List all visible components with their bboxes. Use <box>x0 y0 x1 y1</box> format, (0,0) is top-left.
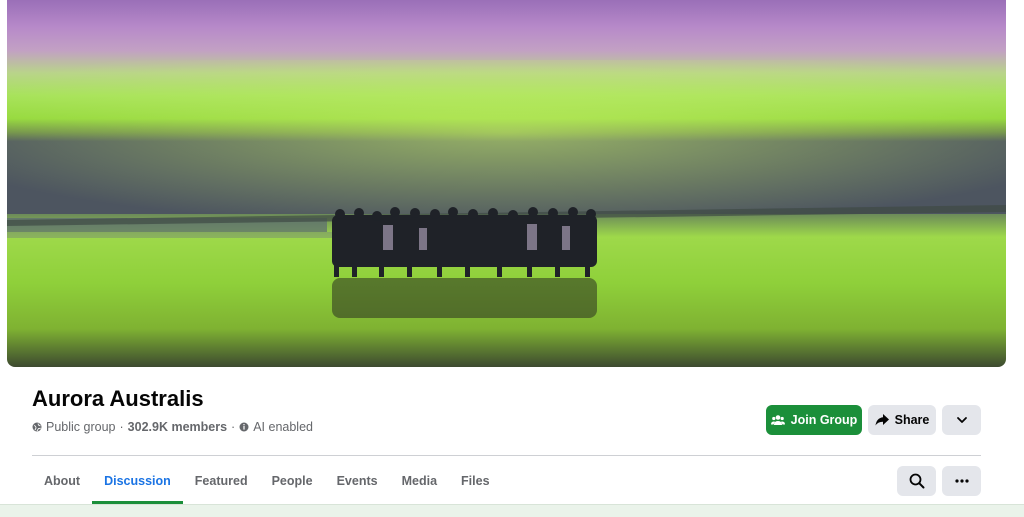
group-icon <box>770 415 785 425</box>
cover-photo[interactable] <box>7 0 1006 367</box>
more-options-button[interactable] <box>942 405 981 435</box>
group-tabs: About Discussion Featured People Events … <box>32 457 502 504</box>
header-divider <box>32 455 981 456</box>
share-arrow-icon <box>875 414 889 426</box>
join-group-button[interactable]: Join Group <box>766 405 862 435</box>
share-label: Share <box>894 413 930 427</box>
member-count[interactable]: 302.9K members <box>128 420 227 434</box>
ellipsis-icon <box>954 479 969 483</box>
tab-files[interactable]: Files <box>449 457 502 504</box>
tab-media[interactable]: Media <box>390 457 449 504</box>
search-icon <box>909 473 924 489</box>
ai-enabled-label[interactable]: AI enabled <box>253 420 313 434</box>
join-group-label: Join Group <box>790 413 858 427</box>
tab-events[interactable]: Events <box>325 457 390 504</box>
tab-people[interactable]: People <box>260 457 325 504</box>
chevron-down-icon <box>956 417 967 423</box>
group-options-button[interactable] <box>942 466 981 496</box>
search-group-button[interactable] <box>897 466 936 496</box>
aurora-cover-image <box>7 0 1006 367</box>
group-name[interactable]: Aurora Australis <box>32 386 204 412</box>
share-button[interactable]: Share <box>868 405 936 435</box>
globe-icon <box>32 422 42 432</box>
tab-about[interactable]: About <box>32 457 92 504</box>
tab-featured[interactable]: Featured <box>183 457 260 504</box>
meta-separator: · <box>231 420 236 434</box>
info-icon <box>239 422 249 432</box>
tab-discussion[interactable]: Discussion <box>92 457 183 504</box>
privacy-label: Public group <box>46 420 116 434</box>
meta-separator: · <box>119 420 124 434</box>
content-area-edge <box>0 504 1024 517</box>
group-meta: Public group · 302.9K members · AI enabl… <box>32 420 313 434</box>
